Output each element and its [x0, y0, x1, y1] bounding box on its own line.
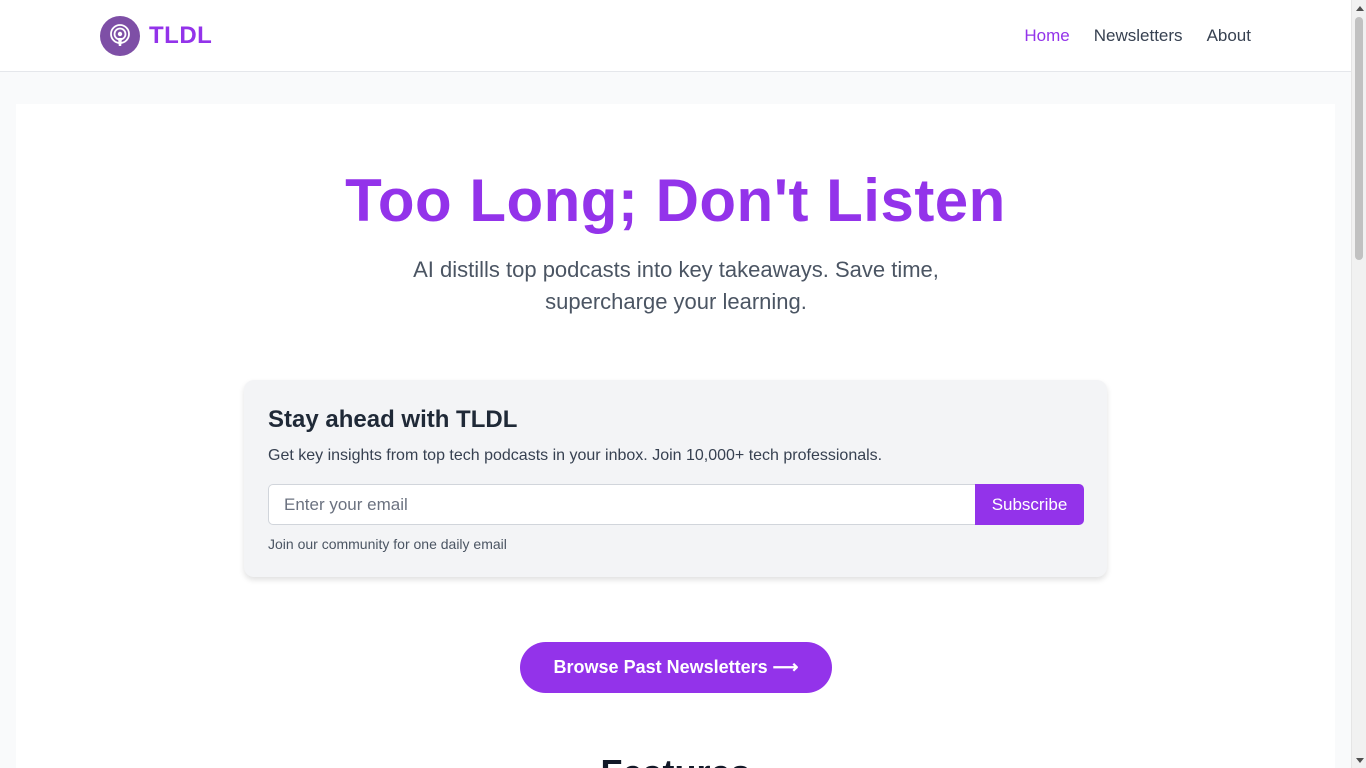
page-scrollbar[interactable] — [1351, 0, 1366, 768]
hero-title: Too Long; Don't Listen — [345, 167, 1006, 234]
scroll-up-arrow-icon[interactable] — [1352, 0, 1366, 15]
main-content: Too Long; Don't Listen AI distills top p… — [16, 104, 1335, 768]
subscribe-description: Get key insights from top tech podcasts … — [268, 447, 883, 464]
email-input[interactable] — [268, 484, 976, 525]
subscribe-title: Stay ahead with TLDL — [268, 406, 518, 433]
site-header: TLDL Home Newsletters About — [0, 0, 1351, 72]
main-nav: Home Newsletters About — [1024, 24, 1251, 48]
scrollbar-thumb[interactable] — [1355, 17, 1363, 260]
scroll-down-arrow-icon[interactable] — [1352, 753, 1366, 768]
nav-about-link[interactable]: About — [1207, 24, 1251, 48]
hero-subtitle: AI distills top podcasts into key takeaw… — [413, 257, 939, 314]
browse-newsletters-button[interactable]: Browse Past Newsletters ⟶ — [520, 642, 832, 693]
brand-logo[interactable]: TLDL — [100, 16, 212, 56]
features-heading: Features — [16, 752, 1335, 768]
subscribe-button[interactable]: Subscribe — [975, 484, 1084, 525]
subscribe-card: Stay ahead with TLDL Get key insights fr… — [244, 380, 1107, 577]
nav-newsletters-link[interactable]: Newsletters — [1094, 24, 1183, 48]
subscribe-note: Join our community for one daily email — [268, 536, 507, 552]
podcast-icon — [100, 16, 140, 56]
nav-home-link[interactable]: Home — [1024, 24, 1069, 48]
brand-name: TLDL — [149, 22, 213, 49]
